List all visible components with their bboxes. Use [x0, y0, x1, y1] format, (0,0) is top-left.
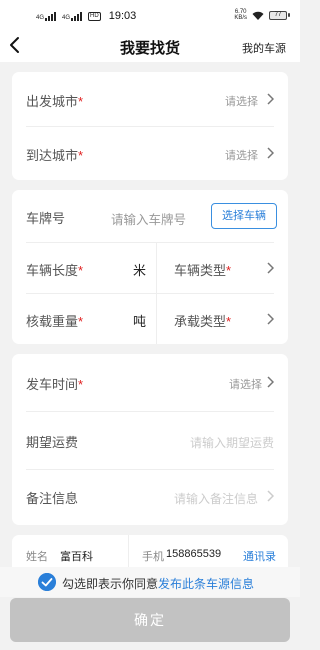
freight-input[interactable]: 请输入期望运费 — [190, 434, 274, 451]
vehicle-type-field[interactable]: 车辆类型* — [157, 243, 288, 293]
vehicle-length-label: 车辆长度* — [26, 263, 84, 278]
chevron-right-icon — [267, 313, 274, 325]
load-type-field[interactable]: 承载类型* — [157, 294, 288, 344]
wifi-icon — [252, 11, 264, 20]
freight-row: 期望运费 请输入期望运费 — [12, 412, 288, 469]
agreement-link[interactable]: 发布此条车源信息 — [158, 577, 254, 591]
chevron-right-icon — [267, 376, 274, 388]
remarks-label: 备注信息 — [26, 491, 79, 506]
departure-city-value: 请选择 — [225, 96, 258, 108]
name-label: 姓名 — [26, 551, 48, 563]
plate-input[interactable]: 请输入车牌号 — [111, 209, 186, 228]
route-card: 出发城市* 请选择 到达城市* 请选择 — [12, 72, 288, 180]
vehicle-card: 车牌号 请输入车牌号 选择车辆 车辆长度* 米 车辆类型* 核载重量* 吨 承载… — [12, 190, 288, 344]
departure-time-label: 发车时间* — [26, 377, 84, 392]
load-type-label: 承载类型* — [174, 314, 232, 329]
weight-unit: 吨 — [132, 314, 146, 329]
length-unit: 米 — [132, 263, 146, 278]
arrival-city-label: 到达城市* — [26, 148, 84, 163]
departure-time-value: 请选择 — [229, 379, 262, 391]
chevron-right-icon — [267, 93, 274, 105]
hd-badge: HD — [88, 11, 101, 21]
departure-city-label: 出发城市* — [26, 94, 84, 109]
plate-label: 车牌号 — [26, 211, 66, 226]
required-asterisk: * — [78, 377, 84, 392]
select-vehicle-button[interactable]: 选择车辆 — [211, 203, 277, 229]
checkbox-checked-icon[interactable] — [38, 573, 56, 591]
required-asterisk: * — [226, 314, 232, 329]
agreement-text: 勾选即表示你同意发布此条车源信息 — [62, 577, 255, 591]
sim2-signal-icon: 4G — [62, 11, 83, 21]
address-book-link[interactable]: 通讯录 — [243, 548, 276, 564]
status-bar: 4G 4G HD 19:03 6.70 KB/s 77 — [0, 0, 300, 30]
trip-card: 发车时间* 请选择 期望运费 请输入期望运费 备注信息 请输入备注信息 — [12, 354, 288, 525]
remarks-row: 备注信息 请输入备注信息 — [12, 470, 288, 525]
required-asterisk: * — [78, 314, 84, 329]
phone-input[interactable]: 158865539 — [166, 548, 240, 560]
arrival-city-row[interactable]: 到达城市* 请选择 — [12, 127, 288, 180]
sim1-signal-icon: 4G — [36, 11, 57, 21]
chevron-right-icon — [267, 147, 274, 159]
required-asterisk: * — [226, 263, 232, 278]
vehicle-type-label: 车辆类型* — [174, 263, 232, 278]
vehicle-length-field[interactable]: 车辆长度* 米 — [12, 243, 156, 293]
remarks-input[interactable]: 请输入备注信息 — [174, 490, 258, 507]
departure-time-row[interactable]: 发车时间* 请选择 — [12, 354, 288, 411]
net-speed: 6.70 KB/s — [234, 9, 247, 21]
plate-row: 车牌号 请输入车牌号 选择车辆 — [12, 190, 288, 242]
agreement-bar: 勾选即表示你同意发布此条车源信息 — [0, 567, 300, 597]
status-time: 19:03 — [108, 10, 137, 22]
departure-city-row[interactable]: 出发城市* 请选择 — [12, 72, 288, 126]
battery-icon: 77 — [269, 10, 290, 20]
chevron-right-icon — [267, 490, 274, 502]
load-weight-field[interactable]: 核载重量* 吨 — [12, 294, 156, 344]
nav-bar: 我要找货 我的车源 — [0, 30, 300, 62]
name-input[interactable]: 富百科 — [60, 548, 93, 564]
freight-label: 期望运费 — [26, 435, 79, 450]
required-asterisk: * — [78, 94, 84, 109]
chevron-right-icon — [267, 262, 274, 274]
confirm-button[interactable]: 确定 — [10, 598, 290, 642]
required-asterisk: * — [78, 263, 84, 278]
phone-label: 手机 — [142, 551, 164, 563]
load-weight-label: 核载重量* — [26, 314, 84, 329]
arrival-city-value: 请选择 — [225, 150, 258, 162]
my-vehicles-link[interactable]: 我的车源 — [242, 40, 286, 56]
required-asterisk: * — [78, 148, 84, 163]
